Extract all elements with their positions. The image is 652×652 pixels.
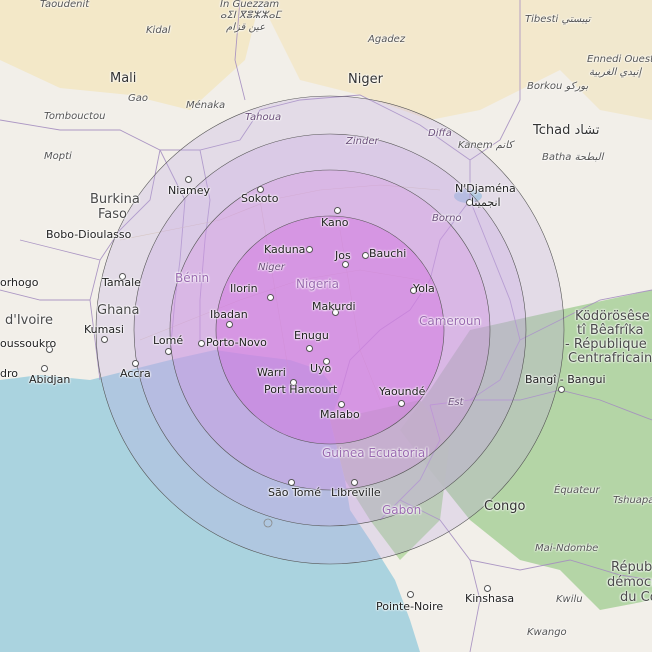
label-warri: Warri <box>257 366 286 379</box>
label-accra: Accra <box>120 367 151 380</box>
label-borno: Borno <box>432 213 462 224</box>
label-bangui: Bangî - Bangui <box>525 373 606 386</box>
label-centrafricaine: Centrafricaine <box>568 351 652 366</box>
label-menaka: Ménaka <box>186 100 226 111</box>
label-jos: Jos <box>335 249 351 262</box>
kaduna-dot <box>306 246 313 253</box>
niamey-dot <box>185 176 192 183</box>
label-du-co: du Co <box>620 590 652 605</box>
jos-dot <box>342 261 349 268</box>
label-ilorin: Ilorin <box>230 282 258 295</box>
label-ghana: Ghana <box>97 303 140 318</box>
label-kaduna: Kaduna <box>264 243 306 256</box>
label-yola: Yola <box>413 282 435 295</box>
label-makurdi: Makurdi <box>312 300 356 313</box>
label-porto-novo: Porto-Novo <box>206 336 267 349</box>
label-ndjamena-arabic: انجمينا <box>471 196 501 209</box>
ibadan-dot <box>226 321 233 328</box>
label-bauchi: Bauchi <box>369 247 407 260</box>
label-port-harcourt: Port Harcourt <box>264 383 338 396</box>
enugu-dot <box>306 345 313 352</box>
label-ennedi-arabic: إنيدي الغربية <box>589 67 642 78</box>
label-niger: Niger <box>348 72 383 87</box>
label-equateur: Équateur <box>554 485 600 496</box>
label-beafrika: tî Bêafrîka <box>577 323 644 338</box>
bauchi-dot <box>362 252 369 259</box>
kumasi-dot <box>101 336 108 343</box>
label-mali: Mali <box>110 71 137 86</box>
lome-dot <box>165 348 172 355</box>
libreville-dot <box>351 479 358 486</box>
bangui-dot <box>558 386 565 393</box>
label-tombouctou: Tombouctou <box>44 111 106 122</box>
label-kumasi: Kumasi <box>84 323 124 336</box>
label-tshuapa: Tshuapa <box>613 495 652 506</box>
pointe-noire-dot <box>407 591 414 598</box>
label-niger-state: Niger <box>258 262 285 273</box>
label-tchad: Tchad تشاد <box>533 123 600 138</box>
label-niamey: Niamey <box>168 184 211 197</box>
label-mopti: Mopti <box>44 151 72 162</box>
sao-tome-dot <box>288 479 295 486</box>
label-congo: Congo <box>484 499 526 514</box>
label-est: Est <box>448 397 464 408</box>
label-mai-ndombe: Mai-Ndombe <box>535 543 599 554</box>
label-kodorosese: Ködörösêse <box>575 309 650 324</box>
label-lome: Lomé <box>153 334 184 347</box>
label-democr: démocr <box>607 575 652 590</box>
label-abidjan: Abidjan <box>29 373 71 386</box>
label-cameroun: Cameroun <box>419 314 482 328</box>
label-kidal: Kidal <box>146 25 171 36</box>
label-ndjamena: N'Djaména <box>455 182 516 195</box>
label-tamale: Tamale <box>102 276 141 289</box>
label-enugu: Enugu <box>294 329 329 342</box>
porto-novo-dot <box>198 340 205 347</box>
label-borkou: Borkou بوركو <box>527 81 589 92</box>
label-yaounde: Yaoundé <box>379 385 426 398</box>
label-tibesti: Tibesti تيبستي <box>525 14 591 25</box>
label-sao-tome: São Tomé <box>268 486 322 499</box>
label-sokoto: Sokoto <box>241 192 279 205</box>
label-dro: dro <box>0 367 18 380</box>
label-repub: Répub <box>611 560 652 575</box>
label-guinea-ecuatorial: Guinea Ecuatorial <box>322 446 429 460</box>
label-ibadan: Ibadan <box>210 308 248 321</box>
label-republique: - République <box>565 337 647 352</box>
label-kinshasa: Kinshasa <box>465 592 515 605</box>
accra-dot <box>132 360 139 367</box>
label-ivoire: d'Ivoire <box>5 313 53 328</box>
label-zinder: Zinder <box>346 136 379 147</box>
label-batha: Batha البطحة <box>542 152 604 163</box>
label-in-guezzam-arabic: عين قزام <box>226 22 266 33</box>
label-agadez: Agadez <box>368 34 406 45</box>
label-bobo-dioulasso: Bobo-Dioulasso <box>46 228 132 241</box>
label-uyo: Uyo <box>310 362 332 375</box>
yaounde-dot <box>398 400 405 407</box>
label-diffa: Diffa <box>428 128 452 139</box>
label-kwilu: Kwilu <box>556 594 583 605</box>
label-nigeria: Nigeria <box>296 277 339 291</box>
label-pointe-noire: Pointe-Noire <box>376 600 444 613</box>
label-ennedi-ouest: Ennedi Ouest <box>587 54 652 65</box>
label-kano: Kano <box>321 216 349 229</box>
label-gao: Gao <box>128 93 148 104</box>
label-burkina: Burkina <box>90 192 140 207</box>
kano-dot <box>334 207 341 214</box>
map-view[interactable]: Taoudenit In Guezzam ⴰⵉⵏ ⴳⴻⵣⵣⴰⵎ عين قزام… <box>0 0 652 652</box>
kinshasa-dot <box>484 585 491 592</box>
label-taoudenit: Taoudenit <box>40 0 90 10</box>
label-kanem: Kanem كانم <box>458 140 513 151</box>
malabo-dot <box>338 401 345 408</box>
label-faso: Faso <box>98 207 127 222</box>
label-gabon: Gabon <box>382 503 422 517</box>
label-tahoua: Tahoua <box>245 112 282 123</box>
abidjan-dot <box>41 365 48 372</box>
label-libreville: Libreville <box>331 486 381 499</box>
label-benin: Bénin <box>175 271 210 285</box>
label-kwango: Kwango <box>527 627 567 638</box>
ilorin-dot <box>267 294 274 301</box>
label-korhogo: orhogo <box>0 276 39 289</box>
label-malabo: Malabo <box>320 408 360 421</box>
label-yamoussoukro: oussoukro <box>0 337 57 350</box>
